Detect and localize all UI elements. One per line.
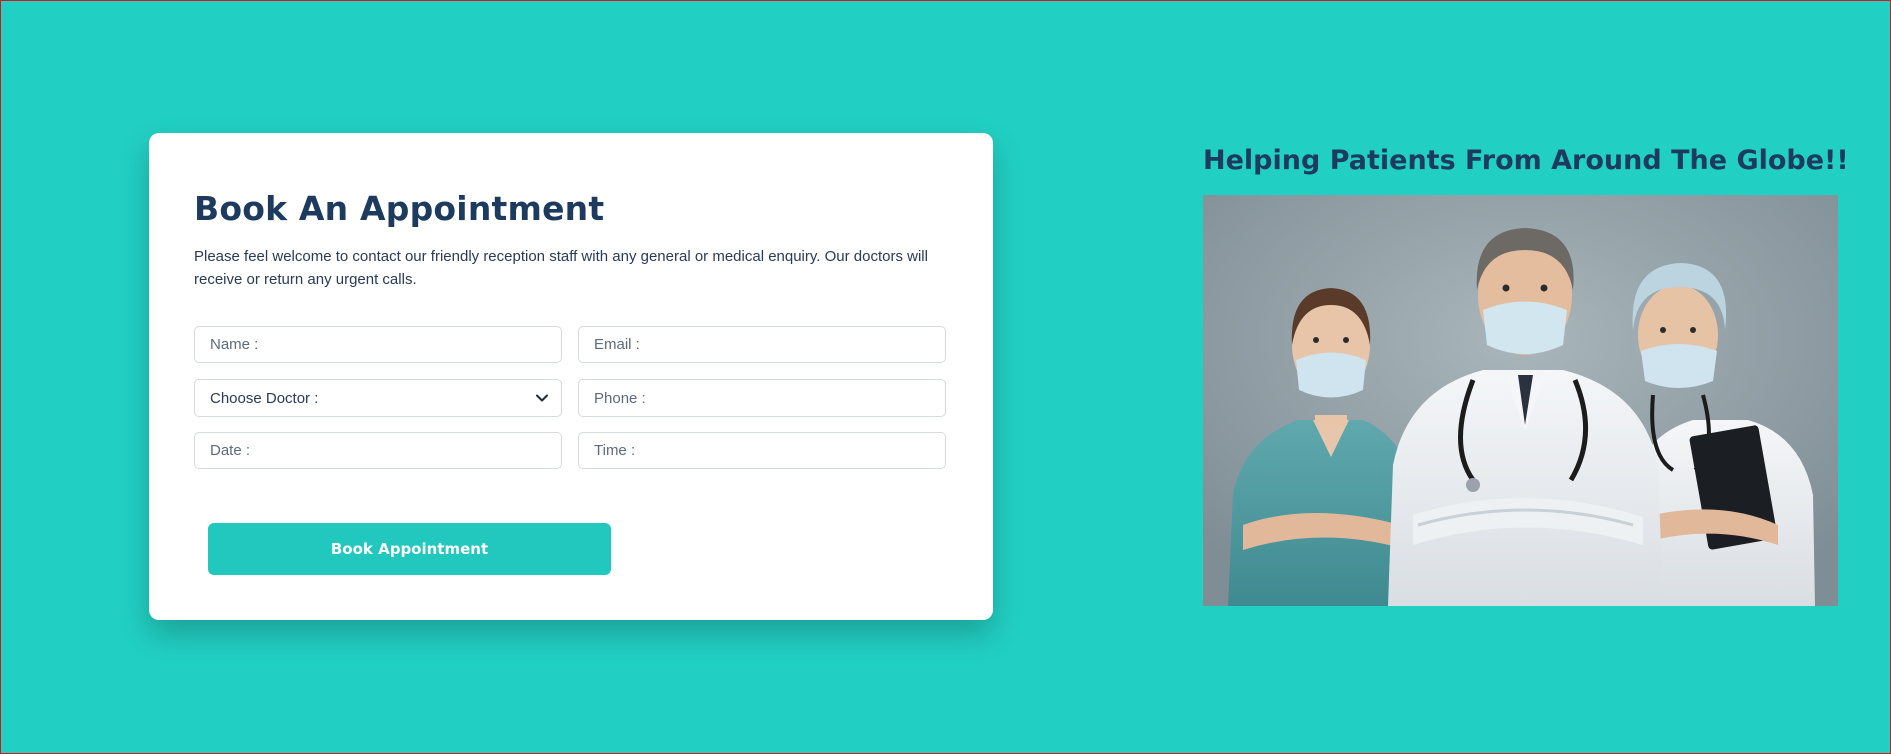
time-input[interactable] [578,432,946,469]
appointment-title: Book An Appointment [194,189,605,228]
doctor-select-value: Choose Doctor : [210,389,319,407]
book-appointment-button[interactable]: Book Appointment [208,523,611,575]
showcase-heading: Helping Patients From Around The Globe!! [1203,145,1849,176]
chevron-down-icon [535,391,549,405]
email-input[interactable] [578,326,946,363]
appointment-section: Book An Appointment Please feel welcome … [0,0,1891,754]
date-input[interactable] [194,432,562,469]
appointment-description: Please feel welcome to contact our frien… [194,248,928,288]
doctor-select[interactable]: Choose Doctor : [194,379,562,417]
phone-input[interactable] [578,379,946,417]
appointment-card: Book An Appointment Please feel welcome … [149,133,993,620]
name-input[interactable] [194,326,562,363]
doctors-team-photo [1203,195,1838,606]
